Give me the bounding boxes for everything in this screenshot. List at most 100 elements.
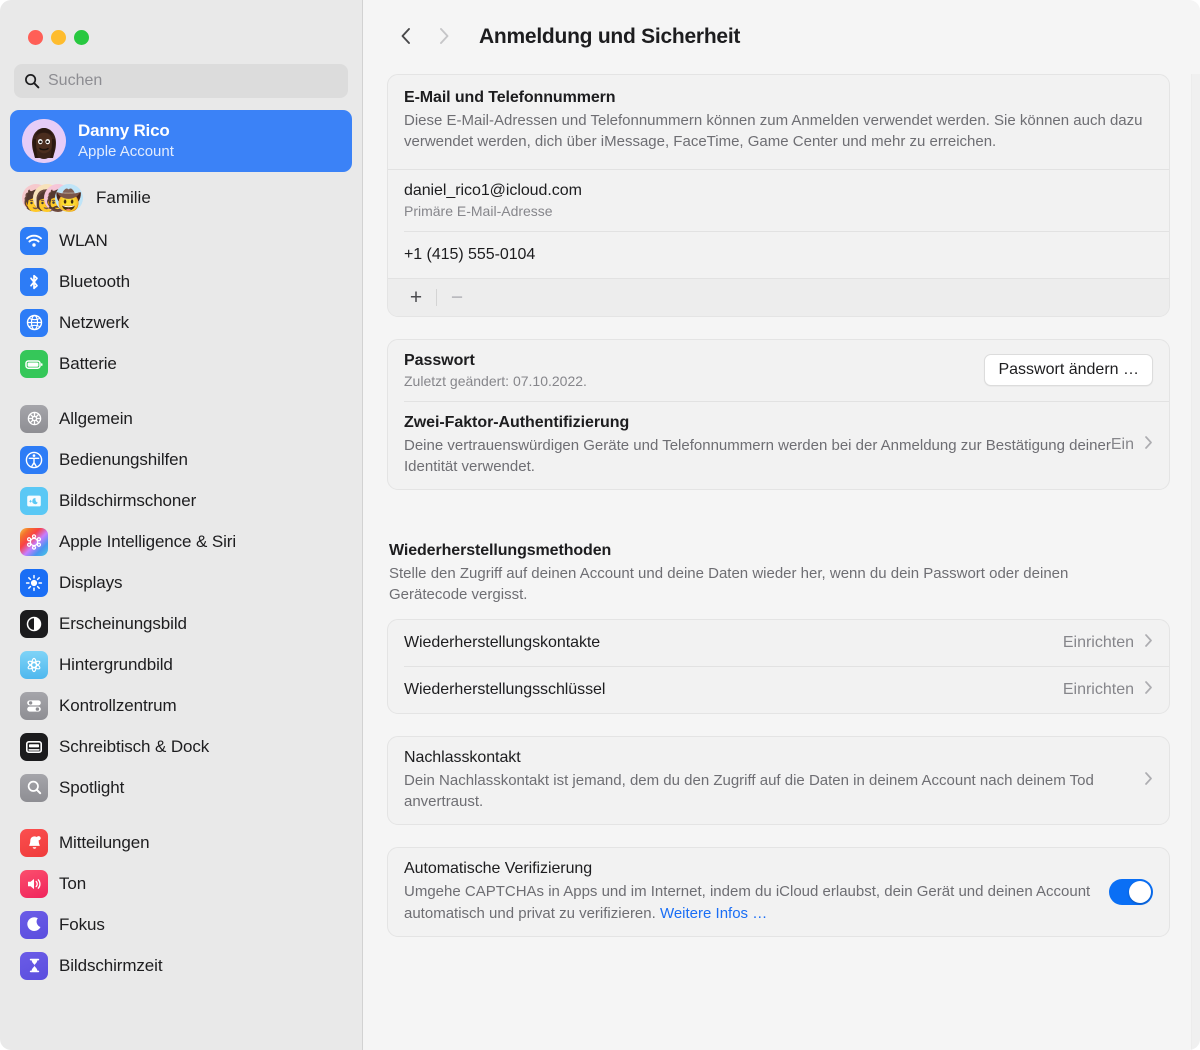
sidebar-item-label: Bluetooth (59, 271, 130, 291)
legacy-contact-row[interactable]: Nachlasskontakt Dein Nachlasskontakt ist… (388, 737, 1169, 825)
avatar (22, 119, 66, 163)
focus-moon-icon (20, 910, 48, 939)
remove-button[interactable]: − (441, 284, 473, 310)
email-phone-header: E-Mail und Telefonnummern Diese E-Mail-A… (388, 75, 1169, 169)
sidebar-item-displays[interactable]: Displays (10, 562, 352, 603)
two-factor-status: Ein (1110, 436, 1134, 454)
sidebar-item-label: Ton (59, 873, 87, 893)
auto-verification-card: Automatische Verifizierung Umgehe CAPTCH… (387, 847, 1170, 937)
wallpaper-icon (20, 650, 48, 679)
close-button[interactable] (28, 30, 43, 45)
legacy-contact-right (1144, 771, 1153, 791)
chevron-right-icon (436, 25, 452, 50)
sidebar-item-apple-intelligence-siri[interactable]: Apple Intelligence & Siri (10, 521, 352, 562)
recovery-contacts-row[interactable]: Wiederherstellungskontakte Einrichten (388, 620, 1169, 666)
sidebar-item-label: Bildschirmzeit (59, 955, 163, 975)
sidebar-item-mitteilungen[interactable]: Mitteilungen (10, 822, 352, 863)
sidebar-item-label: WLAN (59, 230, 108, 250)
sidebar-item-familie[interactable]: 🧑 👩 🧔 🤠 Familie (10, 176, 352, 220)
sidebar-item-bildschirmschoner[interactable]: Bildschirmschoner (10, 480, 352, 521)
sidebar-item-label: Bildschirmschoner (59, 490, 197, 510)
sidebar-item-label: Netzwerk (59, 312, 130, 332)
sidebar-item-spotlight[interactable]: Spotlight (10, 767, 352, 808)
minimize-button[interactable] (51, 30, 66, 45)
sidebar-item-apple-account[interactable]: Danny Rico Apple Account (10, 110, 352, 172)
search-input[interactable] (48, 72, 338, 90)
section-title: E-Mail und Telefonnummern (404, 89, 616, 106)
settings-scroll-area[interactable]: E-Mail und Telefonnummern Diese E-Mail-A… (363, 74, 1200, 1050)
sidebar-item-kontrollzentrum[interactable]: Kontrollzentrum (10, 685, 352, 726)
sidebar-item-label: Apple Intelligence & Siri (59, 531, 237, 551)
zoom-button[interactable] (74, 30, 89, 45)
chevron-right-icon (1144, 633, 1153, 653)
chevron-left-icon (398, 25, 414, 50)
traffic-lights (0, 0, 362, 52)
sidebar-item-hintergrundbild[interactable]: Hintergrundbild (10, 644, 352, 685)
sidebar-item-fokus[interactable]: Fokus (10, 904, 352, 945)
forward-button[interactable] (425, 18, 463, 56)
two-factor-title: Zwei-Faktor-Authentifizierung (404, 413, 630, 431)
desktop-dock-icon (20, 732, 48, 761)
sidebar-item-label: Spotlight (59, 777, 125, 797)
password-last-changed: Zuletzt geändert: 07.10.2022. (404, 372, 587, 389)
recovery-key-main: Wiederherstellungsschlüssel (404, 681, 1063, 699)
recovery-contacts-title: Wiederherstellungskontakte (404, 633, 601, 651)
spotlight-icon (20, 773, 48, 802)
auto-verification-row: Automatische Verifizierung Umgehe CAPTCH… (388, 848, 1169, 936)
sidebar-item-allgemein[interactable]: Allgemein (10, 398, 352, 439)
recovery-contacts-action: Einrichten (1062, 633, 1134, 651)
phone-row-main: +1 (415) 555-0104 (404, 246, 1153, 264)
phone-row[interactable]: +1 (415) 555-0104 (388, 232, 1169, 278)
phone-value: +1 (415) 555-0104 (404, 245, 536, 263)
sidebar-item-bildschirmzeit[interactable]: Bildschirmzeit (10, 945, 352, 986)
password-row-right: Passwort ändern … (984, 354, 1153, 387)
two-factor-row[interactable]: Zwei-Faktor-Authentifizierung Deine vert… (388, 402, 1169, 490)
email-value: daniel_rico1@icloud.com (404, 181, 582, 199)
recovery-contacts-main: Wiederherstellungskontakte (404, 634, 1063, 652)
recovery-key-row[interactable]: Wiederherstellungsschlüssel Einrichten (388, 667, 1169, 713)
sidebar-item-wlan[interactable]: WLAN (10, 220, 352, 261)
appearance-icon (20, 609, 48, 638)
sidebar-item-erscheinungsbild[interactable]: Erscheinungsbild (10, 603, 352, 644)
add-remove-bar: + − (388, 277, 1169, 316)
auto-verification-right (1109, 879, 1153, 906)
recovery-contacts-right: Einrichten (1063, 633, 1153, 653)
sidebar-item-label: Erscheinungsbild (59, 613, 187, 633)
sidebar-item-netzwerk[interactable]: Netzwerk (10, 302, 352, 343)
sidebar-nav[interactable]: Danny Rico Apple Account 🧑 👩 🧔 🤠 Familie (0, 106, 362, 1050)
auto-verification-toggle[interactable] (1109, 879, 1153, 906)
password-card: Passwort Zuletzt geändert: 07.10.2022. P… (387, 338, 1170, 491)
sidebar-item-batterie[interactable]: Batterie (10, 343, 352, 384)
more-info-link[interactable]: Weitere Infos … (660, 905, 767, 922)
email-row[interactable]: daniel_rico1@icloud.com Primäre E-Mail-A… (388, 170, 1169, 231)
toggle-knob (1129, 881, 1151, 904)
email-sublabel: Primäre E-Mail-Adresse (404, 202, 553, 219)
search-field[interactable] (14, 64, 348, 98)
recovery-card: Wiederherstellungskontakte Einrichten Wi… (387, 618, 1170, 714)
sidebar-item-bedienungshilfen[interactable]: Bedienungshilfen (10, 439, 352, 480)
auto-verification-title: Automatische Verifizierung (404, 860, 593, 878)
sidebar-item-label: Schreibtisch & Dock (59, 736, 210, 756)
sidebar-item-label: Batterie (59, 353, 117, 373)
sidebar-item-label: Fokus (59, 914, 105, 934)
memoji-avatar-icon (22, 119, 66, 163)
recovery-key-action: Einrichten (1062, 680, 1134, 698)
sidebar-item-schreibtisch-dock[interactable]: Schreibtisch & Dock (10, 726, 352, 767)
divider (436, 288, 437, 306)
gear-icon (20, 404, 48, 433)
settings-window: Danny Rico Apple Account 🧑 👩 🧔 🤠 Familie (0, 0, 1200, 1050)
auto-verification-description: Umgehe CAPTCHAs in Apps und im Internet,… (404, 881, 1109, 924)
bluetooth-icon (20, 267, 48, 296)
sidebar-group-alerts: Mitteilungen Ton Fokus Bildschirmzeit (10, 822, 352, 986)
change-password-button[interactable]: Passwort ändern … (984, 354, 1153, 387)
recovery-group-header: Wiederherstellungsmethoden Stelle den Zu… (389, 542, 1170, 606)
back-button[interactable] (387, 18, 425, 56)
sidebar-item-ton[interactable]: Ton (10, 863, 352, 904)
legacy-contact-description: Dein Nachlasskontakt ist jemand, dem du … (404, 771, 1094, 811)
toolbar: Anmeldung und Sicherheit (363, 0, 1200, 74)
two-factor-right: Ein (1111, 435, 1153, 455)
sidebar-item-bluetooth[interactable]: Bluetooth (10, 261, 352, 302)
auto-verification-main: Automatische Verifizierung Umgehe CAPTCH… (404, 860, 1109, 924)
scrollbar[interactable] (1191, 74, 1200, 1050)
add-button[interactable]: + (400, 284, 432, 310)
